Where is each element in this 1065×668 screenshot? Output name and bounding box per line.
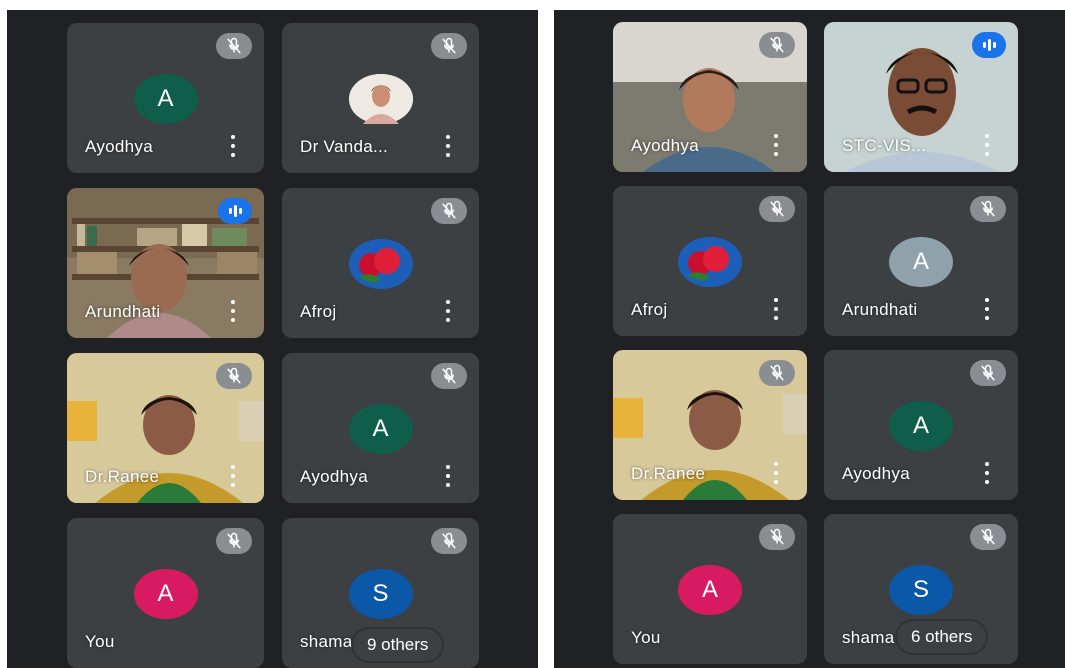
mic-off-icon — [216, 363, 252, 389]
participant-name: You — [85, 632, 115, 651]
avatar: S — [348, 569, 413, 619]
participant-name: Ayodhya — [842, 464, 910, 483]
participant-tile-self[interactable]: A You — [613, 514, 807, 664]
more-vert-icon[interactable] — [980, 298, 994, 320]
avatar-photo — [348, 239, 413, 289]
mic-off-icon — [759, 360, 795, 386]
participant-name: Afroj — [300, 302, 337, 321]
more-vert-icon[interactable] — [226, 300, 240, 322]
mic-off-icon — [431, 528, 467, 554]
avatar: A — [678, 565, 742, 615]
participant-name: Ayodhya — [85, 137, 153, 156]
avatar: A — [889, 401, 953, 451]
mic-off-icon — [970, 360, 1006, 386]
participant-name: Afroj — [631, 300, 668, 319]
participant-tile[interactable]: A Ayodhya — [67, 23, 264, 173]
mic-off-icon — [216, 33, 252, 59]
participant-tile[interactable]: Dr.Ranee — [613, 350, 807, 500]
others-button[interactable]: 9 others — [353, 629, 443, 661]
participant-tile[interactable]: Dr Vanda... — [282, 23, 479, 173]
participant-name: Arundhati — [85, 302, 161, 321]
more-vert-icon[interactable] — [769, 134, 783, 156]
participant-tile[interactable]: Ayodhya — [613, 22, 807, 172]
meeting-grid-left: A Ayodhya Dr Vanda... Arundhati Afroj Dr… — [7, 10, 538, 668]
participant-tile[interactable]: A Ayodhya — [282, 353, 479, 503]
more-vert-icon[interactable] — [226, 465, 240, 487]
participant-name: shama — [842, 628, 895, 647]
participant-name: Ayodhya — [631, 136, 699, 155]
avatar: A — [133, 74, 198, 124]
participant-tile[interactable]: Dr.Ranee — [67, 353, 264, 503]
participant-tile[interactable]: A Ayodhya — [824, 350, 1018, 500]
mic-off-icon — [431, 198, 467, 224]
participant-tile[interactable]: Afroj — [282, 188, 479, 338]
avatar: A — [348, 404, 413, 454]
mic-off-icon — [431, 363, 467, 389]
mic-off-icon — [759, 196, 795, 222]
participant-tile[interactable]: A Arundhati — [824, 186, 1018, 336]
audio-level-icon — [218, 198, 252, 224]
participant-name: Dr Vanda... — [300, 137, 389, 156]
more-vert-icon[interactable] — [980, 462, 994, 484]
more-vert-icon[interactable] — [226, 135, 240, 157]
participant-tile[interactable]: Arundhati — [67, 188, 264, 338]
mic-off-icon — [216, 528, 252, 554]
avatar-photo — [678, 237, 742, 287]
mic-off-icon — [759, 32, 795, 58]
participant-tile[interactable]: STC-VIS... — [824, 22, 1018, 172]
avatar-photo — [348, 74, 413, 124]
participant-tile-self[interactable]: A You — [67, 518, 264, 668]
others-button[interactable]: 6 others — [897, 621, 987, 653]
participant-tile[interactable]: Afroj — [613, 186, 807, 336]
mic-off-icon — [431, 33, 467, 59]
meeting-grid-right: Ayodhya STC-VIS... Afroj A Arundhati Dr.… — [554, 10, 1065, 668]
participant-name: You — [631, 628, 661, 647]
participant-name: shama — [300, 632, 353, 651]
mic-off-icon — [970, 524, 1006, 550]
mic-off-icon — [970, 196, 1006, 222]
more-vert-icon[interactable] — [441, 135, 455, 157]
avatar: A — [133, 569, 198, 619]
participant-name: Ayodhya — [300, 467, 368, 486]
audio-level-icon — [972, 32, 1006, 58]
participant-name: Dr.Ranee — [85, 467, 160, 486]
mic-off-icon — [759, 524, 795, 550]
participant-name: STC-VIS... — [842, 136, 927, 155]
participant-name: Arundhati — [842, 300, 918, 319]
avatar: S — [889, 565, 953, 615]
avatar: A — [889, 237, 953, 287]
more-vert-icon[interactable] — [769, 462, 783, 484]
more-vert-icon[interactable] — [441, 300, 455, 322]
more-vert-icon[interactable] — [441, 465, 455, 487]
more-vert-icon[interactable] — [980, 134, 994, 156]
participant-name: Dr.Ranee — [631, 464, 706, 483]
more-vert-icon[interactable] — [769, 298, 783, 320]
